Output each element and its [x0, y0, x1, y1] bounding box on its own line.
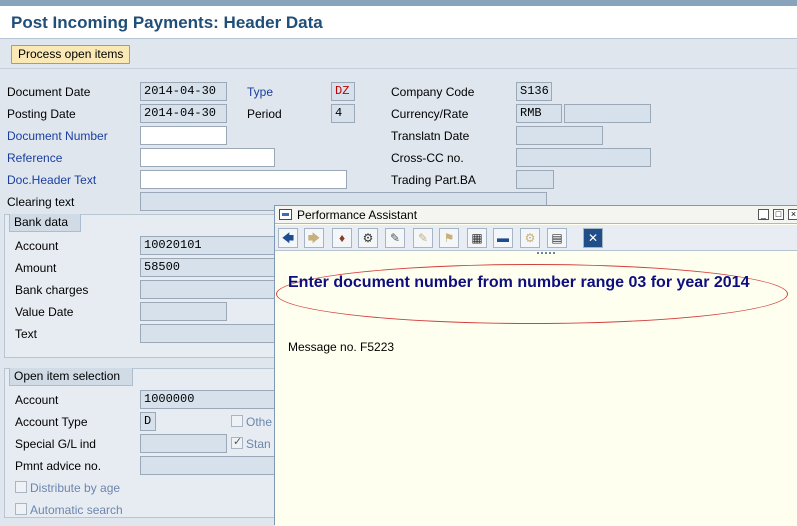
- special-gl-field[interactable]: [140, 434, 227, 453]
- assistant-heading: Enter document number from number range …: [288, 274, 750, 291]
- special-gl-label: Special G/L ind: [15, 437, 96, 451]
- currency-rate-label: Currency/Rate: [391, 107, 469, 121]
- performance-assistant-body: Enter document number from number range …: [275, 256, 797, 526]
- window-icon: [279, 209, 292, 220]
- translatn-date-field[interactable]: [516, 126, 603, 145]
- document-number-field[interactable]: [140, 126, 227, 145]
- performance-assistant-titlebar[interactable]: Performance Assistant _ □ ×: [275, 206, 797, 224]
- distribute-by-age-label: Distribute by age: [30, 481, 121, 495]
- technical-info-icon[interactable]: ⚙: [358, 228, 378, 248]
- company-code-label: Company Code: [391, 85, 475, 99]
- cross-cc-label: Cross-CC no.: [391, 151, 464, 165]
- open-item-account-label: Account: [15, 393, 59, 407]
- process-open-items-button[interactable]: Process open items: [11, 45, 131, 64]
- standard-ois-label: Stan: [246, 437, 271, 451]
- book-icon[interactable]: ♦: [332, 228, 352, 248]
- bank-account-field[interactable]: 10020101: [140, 236, 290, 255]
- clearing-text-label: Clearing text: [7, 195, 75, 209]
- cross-cc-field[interactable]: [516, 148, 651, 167]
- bank-account-label: Account: [15, 239, 59, 253]
- message-number: Message no. F5223: [288, 340, 395, 354]
- doc-header-text-field[interactable]: [140, 170, 347, 189]
- document-date-label: Document Date: [7, 85, 91, 99]
- account-type-label: Account Type: [15, 415, 88, 429]
- close-icon[interactable]: ✕: [583, 228, 603, 248]
- edit-icon[interactable]: ✎: [385, 228, 405, 248]
- text-label: Text: [15, 327, 38, 341]
- period-field[interactable]: 4: [331, 104, 355, 123]
- amount-field[interactable]: 58500: [140, 258, 290, 277]
- automatic-search-checkbox[interactable]: [15, 503, 27, 515]
- application-toolbar: Process open items: [0, 39, 797, 69]
- doc-header-text-label: Doc.Header Text: [7, 173, 97, 187]
- back-arrow-icon[interactable]: 🡄: [278, 228, 298, 248]
- translatn-date-label: Translatn Date: [391, 129, 470, 143]
- title-bar: Post Incoming Payments: Header Data: [0, 6, 797, 39]
- distribute-by-age-checkbox[interactable]: [15, 481, 27, 493]
- tag-icon[interactable]: ▬: [493, 228, 513, 248]
- period-label: Period: [247, 107, 282, 121]
- reference-label: Reference: [7, 151, 63, 165]
- account-type-field[interactable]: D: [140, 412, 156, 431]
- pmnt-advice-field[interactable]: [140, 456, 290, 475]
- currency-field[interactable]: RMB: [516, 104, 562, 123]
- automatic-search-label: Automatic search: [30, 503, 123, 517]
- amount-label: Amount: [15, 261, 57, 275]
- document-date-field[interactable]: 2014-04-30: [140, 82, 227, 101]
- bookmark-icon[interactable]: ⚑: [439, 228, 459, 248]
- company-code-field[interactable]: S136: [516, 82, 552, 101]
- bank-data-tab[interactable]: Bank data: [9, 214, 82, 232]
- bank-charges-field[interactable]: [140, 280, 290, 299]
- value-date-field[interactable]: [140, 302, 227, 321]
- standard-ois-checkbox[interactable]: [231, 435, 243, 449]
- note-icon[interactable]: ✎: [413, 228, 433, 248]
- window-close-icon[interactable]: ×: [788, 209, 797, 220]
- posting-date-label: Posting Date: [7, 107, 76, 121]
- trading-part-ba-label: Trading Part.BA: [391, 173, 476, 187]
- forward-arrow-icon[interactable]: 🡆: [304, 228, 324, 248]
- bank-charges-label: Bank charges: [15, 283, 89, 297]
- print-icon[interactable]: ▤: [547, 228, 567, 248]
- open-item-selection-tab[interactable]: Open item selection: [9, 368, 134, 386]
- performance-assistant-title: Performance Assistant: [297, 208, 418, 222]
- trading-part-ba-field[interactable]: [516, 170, 554, 189]
- document-number-label: Document Number: [7, 129, 108, 143]
- type-label: Type: [247, 85, 274, 99]
- minimize-icon[interactable]: _: [758, 209, 769, 220]
- performance-assistant-toolbar: 🡄 🡆 ♦ ⚙ ✎ ✎ ⚑ ▦ ▬ ⚙ ▤ ✕: [275, 225, 797, 251]
- open-item-account-field[interactable]: 1000000: [140, 390, 290, 409]
- text-field[interactable]: [140, 324, 290, 343]
- value-date-label: Value Date: [15, 305, 74, 319]
- exchange-rate-field[interactable]: [564, 104, 651, 123]
- posting-date-field[interactable]: 2014-04-30: [140, 104, 227, 123]
- other-accounts-checkbox[interactable]: [231, 415, 243, 427]
- pmnt-advice-label: Pmnt advice no.: [15, 459, 102, 473]
- page-title: Post Incoming Payments: Header Data: [11, 13, 323, 32]
- type-field[interactable]: DZ: [331, 82, 355, 101]
- table-icon[interactable]: ▦: [467, 228, 487, 248]
- other-accounts-label: Othe: [246, 415, 273, 429]
- reference-field[interactable]: [140, 148, 275, 167]
- performance-assistant-window: Performance Assistant _ □ × 🡄 🡆 ♦ ⚙ ✎ ✎ …: [274, 205, 797, 526]
- settings-icon[interactable]: ⚙: [520, 228, 540, 248]
- maximize-icon[interactable]: □: [773, 209, 784, 220]
